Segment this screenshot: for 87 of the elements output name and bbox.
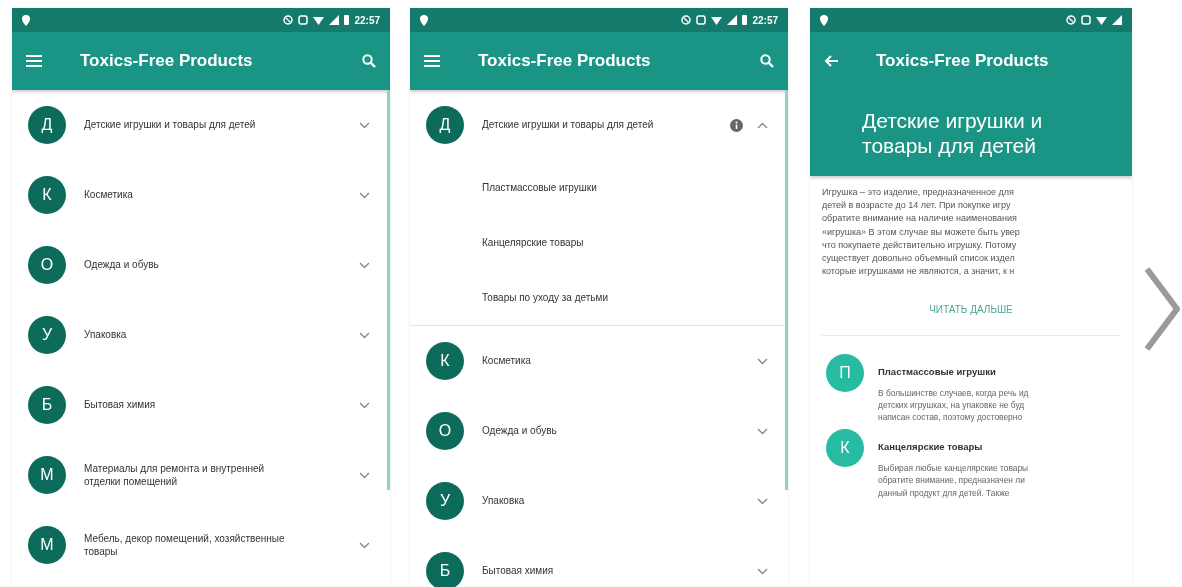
location-pin-icon [420,14,428,26]
category-name: Косметика [482,354,532,368]
wifi-icon [1096,15,1107,25]
alarm-icon [696,15,707,25]
letter-avatar: О [426,412,464,450]
letter-avatar: О [28,246,66,284]
chevron-down-icon[interactable] [757,567,768,575]
category-name: Бытовая химия [482,564,555,578]
category-name: Бытовая химия [84,398,157,412]
search-icon[interactable] [760,54,774,68]
signal-icon [1112,15,1122,25]
category-name: Упаковка [482,494,526,508]
back-arrow-icon[interactable] [824,55,838,67]
category-row[interactable]: О Одежда и обувь [410,396,788,466]
category-row[interactable]: Б Бытовая химия [410,536,788,587]
search-icon[interactable] [362,54,376,68]
letter-avatar: П [826,353,864,392]
category-name: Детские игрушки и товары для детей [84,118,257,132]
section-title: Канцелярские товары [878,441,984,453]
app-title: Toxics-Free Products [80,51,253,71]
category-name: Мебель, декор помещений, хозяйственные товары [84,531,286,559]
letter-avatar: Б [28,386,66,424]
letter-avatar: М [28,456,66,494]
chevron-down-icon[interactable] [757,427,768,435]
category-name: Материалы для ремонта и внутренней отделки помещений [84,461,266,489]
wifi-icon [313,15,325,25]
category-row[interactable]: Д Детские игрушки и товары для детей [410,90,788,160]
chevron-down-icon[interactable] [359,471,370,479]
category-name: Упаковка [84,328,128,342]
chevron-down-icon[interactable] [359,331,370,339]
letter-avatar: Д [426,106,464,144]
subcategory-item[interactable]: Пластмассовые игрушки [410,160,788,215]
section-title: Пластмассовые игрушки [878,365,997,377]
category-row[interactable]: М Материалы для ремонта и внутренней отделки помещений [12,440,390,510]
category-row[interactable]: У Упаковка [410,466,788,536]
letter-avatar: М [28,526,66,564]
location-pin-icon [22,14,30,26]
wifi-icon [711,15,723,25]
category-row[interactable]: К Косметика [12,160,390,230]
subcategory-item[interactable]: Товары по уходу за детьми [410,270,788,325]
do-not-disturb-icon [1066,15,1076,25]
subcategory-item[interactable]: Канцелярские товары [410,215,788,270]
letter-avatar: У [426,482,464,520]
category-row[interactable]: Б Бытовая химия [12,370,390,440]
signal-icon [727,15,738,25]
chevron-down-icon[interactable] [359,121,370,129]
letter-avatar: К [28,176,66,214]
chevron-down-icon[interactable] [359,261,370,269]
category-row[interactable]: Д Детские игрушки и товары для детей [12,90,390,160]
alarm-icon [1081,15,1091,25]
status-time: 22:57 [752,14,778,26]
letter-avatar: Б [426,552,464,587]
letter-avatar: Д [28,106,66,144]
category-name: Косметика [84,188,134,202]
category-heading: Детские игрушки и товары для детей [861,108,1044,159]
letter-avatar: К [426,342,464,380]
menu-icon[interactable] [424,55,440,67]
chevron-down-icon[interactable] [359,541,370,549]
category-row[interactable]: О Одежда и обувь [12,230,390,300]
category-name: Одежда и обувь [482,424,558,438]
battery-icon [344,15,350,25]
status-time: 22:57 [354,14,380,26]
alarm-icon [298,15,309,25]
location-pin-icon [820,14,828,26]
description-text: Игрушка – это изделие, предназначенное для детей в возрасте до 14 лет. При покупке игру обратите внимание на наличие наименования «игрушка» В этом случае вы можете быть увер что покупаете действительно игрушку. Потому существует довольно объемный список издел которые игрушками не являются, а значит, к н [822,186,1021,278]
category-row[interactable]: У Упаковка [12,300,390,370]
category-row[interactable]: М Мебель, декор помещений, хозяйственные товары [12,510,390,580]
chevron-up-icon[interactable] [757,121,768,129]
battery-icon [742,15,748,25]
chevron-down-icon[interactable] [757,357,768,365]
chevron-down-icon[interactable] [757,497,768,505]
info-icon[interactable] [730,118,743,132]
menu-icon[interactable] [26,55,42,67]
do-not-disturb-icon [681,15,692,25]
category-name: Детские игрушки и товары для детей [482,118,655,132]
app-title: Toxics-Free Products [876,51,1049,71]
signal-icon [329,15,340,25]
category-name: Одежда и обувь [84,258,160,272]
category-row[interactable]: К Косметика [410,326,788,396]
app-title: Toxics-Free Products [478,51,651,71]
do-not-disturb-icon [283,15,294,25]
chevron-down-icon[interactable] [359,401,370,409]
letter-avatar: У [28,316,66,354]
section-text: В большинстве случаев, когда речь ид детских игрушках, на упаковке не буд написан состав, поэтому достоверно [878,386,1029,424]
chevron-down-icon[interactable] [359,191,370,199]
letter-avatar: К [826,429,864,468]
section-text: Выбирая любые канцелярские товары обратите внимание, предназначен ли данный продукт для детей. Также [878,462,1029,499]
